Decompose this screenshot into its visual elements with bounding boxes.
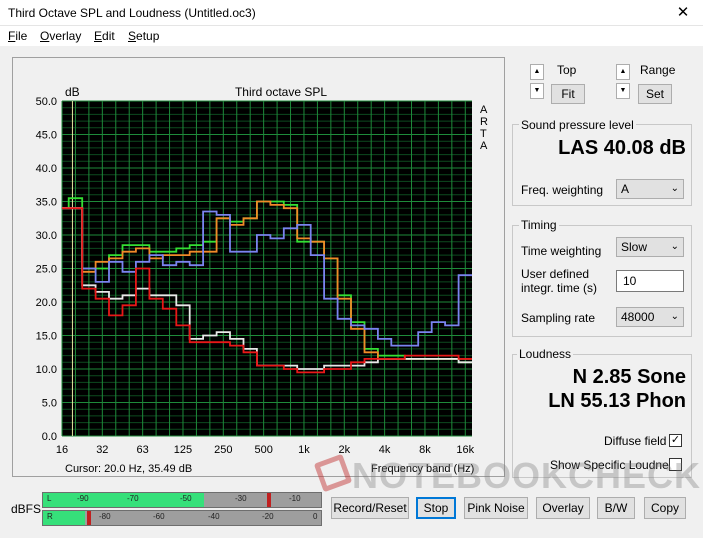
meter-tick: 0	[313, 512, 318, 521]
freq-weighting-select[interactable]: A ⌄	[616, 179, 684, 199]
y-tick-label: 50.0	[36, 96, 57, 108]
meter-left-peak	[267, 493, 271, 507]
cursor-readout: Cursor: 20.0 Hz, 35.49 dB	[65, 463, 192, 475]
meter-tick: R	[47, 512, 53, 521]
meter-tick: -60	[153, 512, 165, 521]
menu-edit[interactable]: Edit	[94, 29, 115, 43]
watermark-text: NOTEBOOKCHECK	[352, 455, 702, 496]
chevron-down-icon: ⌄	[670, 311, 679, 322]
range-label: Range	[640, 63, 676, 77]
x-tick-label: 125	[174, 444, 192, 456]
y-tick-label: 25.0	[36, 264, 57, 276]
top-up-button[interactable]: ▲	[530, 64, 544, 80]
arta-letter-r: R	[480, 116, 488, 128]
loudness-group-title: Loudness	[517, 347, 574, 361]
x-tick-label: 500	[254, 444, 272, 456]
window-title: Third Octave SPL and Loudness (Untitled.…	[8, 6, 256, 20]
range-up-button[interactable]: ▲	[616, 64, 630, 80]
chevron-down-icon: ⌄	[670, 241, 679, 252]
x-tick-label: 32	[96, 444, 108, 456]
spl-group-title: Sound pressure level	[519, 118, 636, 132]
y-tick-label: 30.0	[36, 230, 57, 242]
arta-letter-a2: A	[480, 140, 488, 152]
user-integr-label-2: integr. time (s)	[521, 281, 598, 295]
x-tick-label: 63	[137, 444, 149, 456]
meter-right: R -80 -60 -40 -20 0	[42, 510, 322, 526]
timing-group-title: Timing	[519, 218, 559, 232]
dbfs-label: dBFS	[11, 502, 42, 516]
chart-title: Third octave SPL	[235, 85, 327, 99]
arta-letter-a1: A	[480, 104, 488, 116]
title-bar: Third Octave SPL and Loudness (Untitled.…	[0, 0, 703, 26]
meter-tick: -30	[235, 494, 247, 503]
meter-tick: -90	[77, 494, 89, 503]
meter-tick: L	[47, 494, 52, 503]
meter-tick: -80	[99, 512, 111, 521]
loudness-sone: N 2.85 Sone	[572, 366, 686, 388]
x-tick-label: 250	[214, 444, 232, 456]
set-button[interactable]: Set	[638, 84, 672, 104]
time-weighting-label: Time weighting	[521, 244, 602, 258]
plot-frame: Third octave SPL dB A R T A Cursor: 20.0…	[12, 57, 505, 477]
sampling-rate-select[interactable]: 48000 ⌄	[616, 307, 684, 327]
stop-button[interactable]: Stop	[416, 497, 456, 519]
y-tick-label: 35.0	[36, 197, 57, 209]
y-tick-label: 0.0	[42, 431, 57, 443]
x-tick-label: 16	[56, 444, 68, 456]
menu-file[interactable]: File	[8, 29, 27, 43]
level-meters: L -90 -70 -50 -30 -10 R -80 -60 -40 -20 …	[42, 492, 322, 526]
x-tick-label: 1k	[298, 444, 310, 456]
bw-button[interactable]: B/W	[597, 497, 635, 519]
loudness-phon: LN 55.13 Phon	[548, 390, 686, 412]
arta-letter-t: T	[480, 128, 487, 140]
meter-tick: -50	[180, 494, 192, 503]
meter-tick: -20	[262, 512, 274, 521]
diffuse-field-label: Diffuse field	[604, 434, 667, 448]
menu-overlay[interactable]: Overlay	[40, 29, 81, 43]
meter-tick: -10	[289, 494, 301, 503]
spl-reading: LAS 40.08 dB	[558, 137, 686, 159]
time-weighting-select[interactable]: Slow ⌄	[616, 237, 684, 257]
chart-unit-label: dB	[65, 85, 80, 99]
menu-setup[interactable]: Setup	[128, 29, 159, 43]
diffuse-field-checkbox[interactable]: ✓	[669, 434, 682, 447]
menu-bar: File Overlay Edit Setup	[0, 26, 703, 46]
y-tick-label: 40.0	[36, 163, 57, 175]
top-label: Top	[557, 63, 577, 77]
y-tick-label: 5.0	[42, 398, 57, 410]
meter-tick: -40	[208, 512, 220, 521]
chevron-down-icon: ⌄	[670, 183, 679, 194]
user-integr-label-1: User defined	[521, 267, 590, 281]
copy-button[interactable]: Copy	[644, 497, 686, 519]
close-icon[interactable]: ✕	[663, 0, 703, 26]
spl-chart[interactable]: Third octave SPL dB A R T A Cursor: 20.0…	[13, 58, 506, 478]
meter-left: L -90 -70 -50 -30 -10	[42, 492, 322, 508]
sampling-rate-label: Sampling rate	[521, 311, 596, 325]
record-reset-button[interactable]: Record/Reset	[331, 497, 409, 519]
meter-tick: -70	[127, 494, 139, 503]
fit-button[interactable]: Fit	[551, 84, 585, 104]
y-tick-label: 15.0	[36, 331, 57, 343]
y-tick-label: 20.0	[36, 297, 57, 309]
range-down-button[interactable]: ▼	[616, 83, 630, 99]
top-down-button[interactable]: ▼	[530, 83, 544, 99]
pink-noise-button[interactable]: Pink Noise	[464, 497, 528, 519]
user-integr-input[interactable]: 10	[616, 270, 684, 292]
freq-weighting-label: Freq. weighting	[521, 183, 604, 197]
overlay-button[interactable]: Overlay	[536, 497, 590, 519]
meter-right-peak	[87, 511, 91, 525]
y-tick-label: 45.0	[36, 130, 57, 142]
y-tick-label: 10.0	[36, 364, 57, 376]
